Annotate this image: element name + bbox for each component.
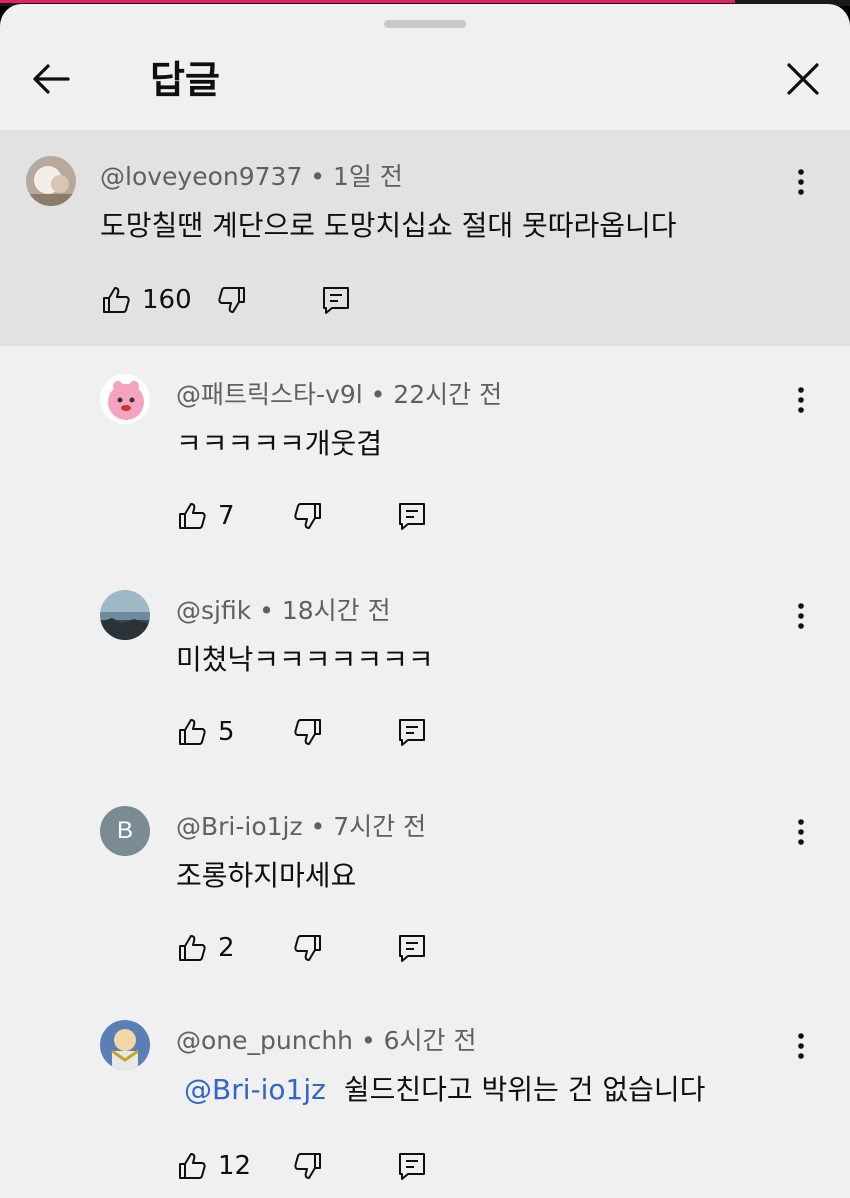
comment-author[interactable]: @Bri-io1jz • 7시간 전 xyxy=(176,810,426,844)
like-count: 12 xyxy=(218,1151,252,1181)
dislike-button[interactable] xyxy=(292,496,324,536)
avatar-letter: B xyxy=(116,817,133,844)
comment-actions: 7 xyxy=(176,496,436,536)
list-item: @sjfik • 18시간 전 미쳤낙ㅋㅋㅋㅋㅋㅋㅋ 5 xyxy=(0,562,850,776)
progress-accent xyxy=(0,0,735,3)
avatar[interactable]: B xyxy=(100,806,150,856)
like-count: 7 xyxy=(218,501,235,531)
like-button[interactable]: 12 xyxy=(176,1146,251,1186)
list-item: B @Bri-io1jz • 7시간 전 조롱하지마세요 2 xyxy=(0,778,850,992)
more-options-icon[interactable] xyxy=(786,1026,816,1066)
dislike-button[interactable] xyxy=(216,280,248,320)
reply-icon xyxy=(399,503,425,530)
like-button[interactable]: 5 xyxy=(176,712,235,752)
comment-body: 쉴드친다고 박위는 건 없습니다 xyxy=(343,1073,706,1106)
thumbs-up-icon xyxy=(179,935,206,961)
reply-button[interactable] xyxy=(396,1146,428,1186)
parent-comment: @loveyeon9737 • 1일 전 도망칠땐 계단으로 도망치십쇼 절대 … xyxy=(0,130,850,346)
avatar[interactable] xyxy=(100,590,150,640)
like-count: 5 xyxy=(218,717,235,747)
page-title: 답글 xyxy=(150,58,220,102)
thumbs-down-icon xyxy=(294,503,321,529)
comment-actions: 2 xyxy=(176,928,436,968)
thumbs-down-icon xyxy=(294,935,321,961)
list-item: @one_punchh • 6시간 전 @Bri-io1jz 쉴드친다고 박위는 … xyxy=(0,994,850,1198)
reply-button[interactable] xyxy=(396,496,428,536)
comment-actions: 5 xyxy=(176,712,436,752)
like-button[interactable]: 2 xyxy=(176,928,235,968)
comment-actions: 12 xyxy=(176,1146,436,1186)
comment-author[interactable]: @loveyeon9737 • 1일 전 xyxy=(100,160,403,194)
dislike-button[interactable] xyxy=(292,1146,324,1186)
reply-button[interactable] xyxy=(396,712,428,752)
comment-actions: 160 xyxy=(100,280,360,320)
like-count: 160 xyxy=(142,285,192,315)
like-button[interactable]: 7 xyxy=(176,496,235,536)
reply-icon xyxy=(399,719,425,746)
thumbs-down-icon xyxy=(294,1153,321,1179)
avatar[interactable] xyxy=(26,156,76,206)
thumbs-down-icon xyxy=(294,719,321,745)
like-button[interactable]: 160 xyxy=(100,280,192,320)
avatar[interactable] xyxy=(100,374,150,424)
comment-text: @Bri-io1jz 쉴드친다고 박위는 건 없습니다 xyxy=(184,1070,705,1110)
like-count: 2 xyxy=(218,933,235,963)
thumbs-down-icon xyxy=(218,287,245,313)
reply-icon xyxy=(323,287,349,314)
thumbs-up-icon xyxy=(179,719,206,745)
mention-link[interactable]: @Bri-io1jz xyxy=(184,1073,326,1106)
back-arrow-icon[interactable] xyxy=(28,56,74,102)
comment-author[interactable]: @sjfik • 18시간 전 xyxy=(176,594,391,628)
reply-button[interactable] xyxy=(320,280,352,320)
more-options-icon[interactable] xyxy=(786,596,816,636)
list-item: @패트릭스타-v9l • 22시간 전 ㅋㅋㅋㅋㅋ개웃겹 7 xyxy=(0,346,850,560)
dislike-button[interactable] xyxy=(292,928,324,968)
more-options-icon[interactable] xyxy=(786,162,816,202)
comment-author[interactable]: @패트릭스타-v9l • 22시간 전 xyxy=(176,378,502,412)
comment-text: 조롱하지마세요 xyxy=(176,859,357,892)
comment-text: 도망칠땐 계단으로 도망치십쇼 절대 못따라옵니다 xyxy=(100,209,677,242)
comment-author[interactable]: @one_punchh • 6시간 전 xyxy=(176,1024,477,1058)
comment-text: 미쳤낙ㅋㅋㅋㅋㅋㅋㅋ xyxy=(176,643,434,676)
reply-icon xyxy=(399,1153,425,1180)
reply-icon xyxy=(399,935,425,962)
more-options-icon[interactable] xyxy=(786,380,816,420)
avatar[interactable] xyxy=(100,1020,150,1070)
drag-handle[interactable] xyxy=(384,20,466,28)
comment-text: ㅋㅋㅋㅋㅋ개웃겹 xyxy=(176,427,383,460)
close-icon[interactable] xyxy=(780,56,826,102)
reply-button[interactable] xyxy=(396,928,428,968)
dislike-button[interactable] xyxy=(292,712,324,752)
thumbs-up-icon xyxy=(179,503,206,529)
more-options-icon[interactable] xyxy=(786,812,816,852)
replies-sheet: 답글 @loveyeon9737 • 1일 전 도망칠땐 계단으로 도망치십쇼 … xyxy=(0,4,850,1198)
thumbs-up-icon xyxy=(179,1153,206,1179)
sheet-header: 답글 xyxy=(0,34,850,128)
thumbs-up-icon xyxy=(103,287,130,313)
